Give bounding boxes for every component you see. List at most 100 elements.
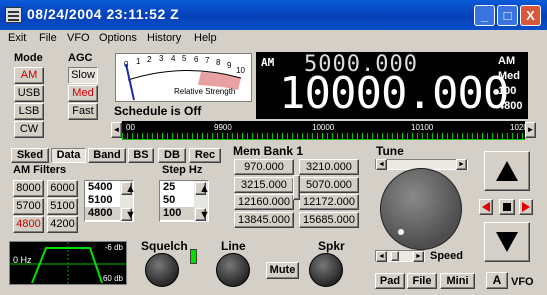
tuning-scale[interactable]: 00 9900 10000 10100 10200 [122, 121, 532, 140]
agc-fast-button[interactable]: Fast [68, 103, 98, 120]
tune-up-button[interactable] [484, 151, 530, 191]
step-scroll-down[interactable]: ▼ [195, 208, 210, 221]
tune-wheel[interactable] [380, 168, 462, 250]
speed-label: Speed [430, 250, 464, 262]
speed-right-arrow[interactable]: ► [413, 251, 424, 262]
speed-left-arrow[interactable]: ◄ [376, 251, 387, 262]
filter-scrollbar[interactable]: ▲ ▼ [120, 181, 136, 221]
tune-top-right-arrow[interactable]: ► [456, 159, 467, 170]
squelch-led [190, 249, 197, 264]
scale-label: 10100 [411, 123, 434, 132]
display-filter-info: 4800 [498, 100, 523, 112]
tab-data[interactable]: Data [51, 148, 86, 163]
main-frequency: 10000.000 [279, 68, 509, 119]
mode-usb-button[interactable]: USB [14, 85, 44, 102]
menu-file[interactable]: File [39, 32, 57, 44]
maximize-button[interactable]: □ [497, 5, 518, 26]
tune-top-left-arrow[interactable]: ◄ [376, 159, 387, 170]
window-title: 08/24/2004 23:11:52 Z [27, 6, 180, 22]
mem-bank-slider[interactable] [293, 175, 300, 200]
meter-tick: 7 [205, 56, 210, 65]
filter-6000-button[interactable]: 6000 [47, 180, 78, 197]
speed-slider[interactable]: ◄ ► [375, 250, 425, 262]
squelch-knob[interactable] [145, 253, 179, 287]
filter-listbox[interactable]: 5400 5100 4800 ▲ ▼ [84, 180, 136, 222]
am-filters-label: AM Filters [13, 164, 67, 176]
mode-am-button[interactable]: AM [14, 67, 44, 84]
speed-thumb[interactable] [391, 251, 399, 261]
mem-button[interactable]: 3215.000 [234, 177, 294, 193]
filter-scope: -6 db 0 Hz 60 db [9, 241, 127, 285]
scale-baseline [122, 139, 525, 140]
up-arrow-icon [496, 161, 518, 181]
tune-wheel-dot [398, 229, 404, 235]
mem-button[interactable]: 12160.000 [234, 194, 294, 210]
meter-tick: 4 [171, 54, 176, 63]
scope-bottom-label: 60 db [102, 274, 123, 283]
tab-sked[interactable]: Sked [11, 148, 49, 163]
agc-slow-button[interactable]: Slow [68, 67, 98, 84]
filter-5700-button[interactable]: 5700 [13, 198, 44, 215]
schedule-status: Schedule is Off [114, 104, 202, 118]
menu-options[interactable]: Options [99, 32, 137, 44]
display-agc-info: Med [498, 70, 520, 82]
meter-tick: 3 [159, 54, 164, 63]
scale-right-arrow[interactable]: ► [525, 122, 536, 138]
title-bar[interactable]: 08/24/2004 23:11:52 Z _ □ X [0, 0, 547, 30]
filter-4800-button[interactable]: 4800 [13, 216, 44, 233]
meter-tick: 2 [147, 55, 152, 64]
file-button[interactable]: File [407, 273, 437, 289]
scale-left-arrow[interactable]: ◄ [111, 122, 122, 138]
left-arrow-icon [482, 202, 490, 212]
mem-bank-label: Mem Bank 1 [233, 144, 304, 158]
vfo-a-button[interactable]: A [486, 272, 508, 289]
speaker-knob[interactable] [309, 253, 343, 287]
tune-down-button[interactable] [484, 222, 530, 262]
mini-button[interactable]: Mini [440, 273, 475, 289]
minimize-button[interactable]: _ [474, 5, 495, 26]
filter-scroll-up[interactable]: ▲ [121, 182, 136, 195]
scale-label: 00 [126, 123, 135, 132]
speaker-label: Spkr [318, 239, 345, 253]
mute-button[interactable]: Mute [266, 262, 299, 279]
tune-left-button[interactable] [479, 199, 493, 215]
menu-vfo[interactable]: VFO [67, 32, 90, 44]
mem-button[interactable]: 12172.000 [299, 194, 359, 210]
meter-tick: 6 [194, 55, 199, 64]
tab-rec[interactable]: Rec [189, 148, 221, 163]
mem-button[interactable]: 970.000 [234, 159, 294, 175]
menu-help[interactable]: Help [194, 32, 217, 44]
meter-tick: 9 [227, 61, 232, 70]
squelch-label: Squelch [141, 239, 188, 253]
frequency-display: AM 5000.000 10000.000 AM Med 100 4800 [256, 52, 528, 119]
tab-db[interactable]: DB [158, 148, 186, 163]
agc-med-button[interactable]: Med [68, 85, 98, 102]
tab-bs[interactable]: BS [128, 148, 154, 163]
close-button[interactable]: X [520, 5, 541, 26]
step-scrollbar[interactable]: ▲ ▼ [194, 181, 210, 221]
mem-button[interactable]: 3210.000 [299, 159, 359, 175]
right-arrow-icon [522, 202, 530, 212]
tab-band[interactable]: Band [88, 148, 126, 163]
filter-5100-button[interactable]: 5100 [47, 198, 78, 215]
meter-caption: Relative Strength [174, 87, 236, 96]
step-scroll-up[interactable]: ▲ [195, 182, 210, 195]
mode-lsb-button[interactable]: LSB [14, 103, 44, 120]
filter-scroll-down[interactable]: ▼ [121, 208, 136, 221]
pad-button[interactable]: Pad [375, 273, 405, 289]
filter-8000-button[interactable]: 8000 [13, 180, 44, 197]
mode-cw-button[interactable]: CW [14, 121, 44, 138]
tune-right-button[interactable] [519, 199, 533, 215]
mem-button[interactable]: 15685.000 [299, 212, 359, 228]
meter-tick: 0 [124, 60, 129, 69]
filter-4200-button[interactable]: 4200 [47, 216, 78, 233]
meter-tick: 5 [182, 54, 187, 63]
line-knob[interactable] [216, 253, 250, 287]
mem-button[interactable]: 5070.000 [299, 177, 359, 193]
meter-tick: 8 [216, 58, 221, 67]
menu-history[interactable]: History [147, 32, 181, 44]
mem-button[interactable]: 13845.000 [234, 212, 294, 228]
step-listbox[interactable]: 25 50 100 ▲ ▼ [159, 180, 210, 222]
menu-exit[interactable]: Exit [8, 32, 26, 44]
tune-stop-button[interactable] [499, 199, 515, 215]
